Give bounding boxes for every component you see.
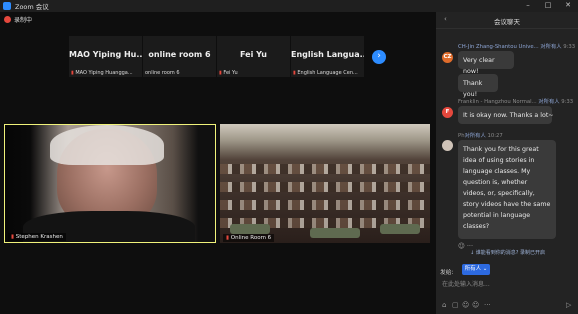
more-icon[interactable]: ··· (484, 301, 491, 309)
sender-to: 对所有人 (540, 44, 562, 50)
title-bar: Zoom 会议 (0, 0, 578, 12)
speaker-hair (50, 125, 164, 165)
message-bubble: It is okay now. Thanks a lot~ (458, 106, 554, 124)
participant-label: ▮ MAO Yiping Huangga... (71, 70, 141, 76)
participant-label: online room 6 (145, 70, 215, 76)
share-screen-icon[interactable]: ⌂ (442, 301, 446, 309)
participant-name: online room 6 (148, 50, 211, 59)
participant-label: ▮ English Language Cen... (293, 70, 363, 76)
recipient-dropdown[interactable]: 所有人 ⌄ (462, 264, 490, 275)
room-video[interactable]: ▮ Online Room 6 (220, 124, 430, 243)
video-name-label: ▮ Stephen Krashen (8, 233, 66, 241)
video-name-label: ▮ Online Room 6 (223, 234, 275, 242)
message-bubble: Thank you! (458, 74, 498, 98)
participant-name: MAO Yiping Hu... (69, 50, 142, 59)
recording-label: 录制中 (14, 17, 33, 24)
maximize-button[interactable]: □ (541, 1, 555, 9)
record-icon (4, 16, 11, 23)
message-time: 9:33 (561, 99, 574, 105)
next-page-button[interactable]: › (372, 50, 386, 64)
file-icon[interactable]: ▢ (452, 301, 459, 309)
message-sender: Ph对所有人 10:27 (458, 131, 503, 139)
send-to-label: 发给: (440, 270, 454, 276)
screenshot-icon[interactable]: ☺ (462, 301, 469, 309)
recording-indicator[interactable]: 录制中 (4, 15, 32, 24)
window-title: Zoom 会议 (15, 3, 49, 11)
participant-tile[interactable]: MAO Yiping Hu... ▮ MAO Yiping Huangga... (69, 36, 142, 77)
emoji-icon[interactable]: ☺ (472, 301, 479, 309)
who-can-see-link[interactable]: ↓ 谁能看到你的消息? 录制已开启 (470, 249, 545, 256)
sender-to: 对所有人 (464, 133, 486, 139)
participant-sub-label: Fei Yu (223, 70, 238, 76)
video-name: Stephen Krashen (15, 234, 63, 240)
message-sender: CH-Jin Zhang-Shantou Unive... 对所有人 9:33 (458, 42, 575, 50)
minimize-button[interactable]: – (521, 1, 535, 9)
participant-tile[interactable]: Fei Yu ▮ Fei Yu (217, 36, 290, 77)
message-bubble: Thank you for this great idea of using s… (458, 140, 556, 239)
send-icon[interactable]: ▷ (566, 301, 571, 309)
message-time: 9:33 (563, 44, 576, 50)
close-button[interactable]: ✕ (561, 1, 575, 9)
muted-mic-icon: ▮ (226, 235, 230, 241)
avatar: CZ (442, 52, 453, 63)
message-input[interactable]: 在此处输入消息... (442, 279, 570, 293)
participant-sub-label: English Language Cen... (297, 70, 358, 76)
muted-mic-icon: ▮ (219, 70, 222, 76)
seat (230, 224, 270, 234)
chat-title: 会议聊天 (494, 18, 520, 26)
muted-mic-icon: ▮ (11, 234, 15, 240)
avatar (442, 140, 453, 151)
participant-name: Fei Yu (240, 50, 267, 59)
chat-toolbar: ⌂ ▢ ☺ ☺ ··· ▷ (442, 301, 572, 310)
participant-name: English Langua... (291, 50, 364, 59)
zoom-logo-icon (3, 2, 11, 10)
message-time: 10:27 (487, 133, 503, 139)
muted-mic-icon: ▮ (293, 70, 296, 76)
audience-row (220, 200, 430, 210)
message-bubble: Very clear now! (458, 51, 514, 75)
active-speaker-video[interactable]: ▮ Stephen Krashen (4, 124, 216, 243)
seat (380, 224, 420, 234)
participant-label: ▮ Fei Yu (219, 70, 289, 76)
participant-sub-label: online room 6 (145, 70, 180, 76)
chat-header: ‹ 会议聊天 (436, 12, 578, 29)
participant-tile[interactable]: online room 6 online room 6 (143, 36, 216, 77)
video-name: Online Room 6 (230, 235, 272, 241)
participant-sub-label: MAO Yiping Huangga... (75, 70, 133, 76)
message-sender: Franklin - Hangzhou Normal... 对所有人 9:33 (458, 97, 573, 105)
seat (310, 228, 360, 238)
avatar: F (442, 107, 453, 118)
chat-panel: ‹ 会议聊天 CH-Jin Zhang-Shantou Unive... 对所有… (436, 12, 578, 314)
audience-row (220, 164, 430, 174)
audience-row (220, 182, 430, 192)
muted-mic-icon: ▮ (71, 70, 74, 76)
sender-name: Franklin - Hangzhou Normal... (458, 99, 537, 105)
sender-name: CH-Jin Zhang-Shantou Unive... (458, 44, 539, 50)
sender-to: 对所有人 (538, 99, 560, 105)
participant-tile[interactable]: English Langua... ▮ English Language Cen… (291, 36, 364, 77)
